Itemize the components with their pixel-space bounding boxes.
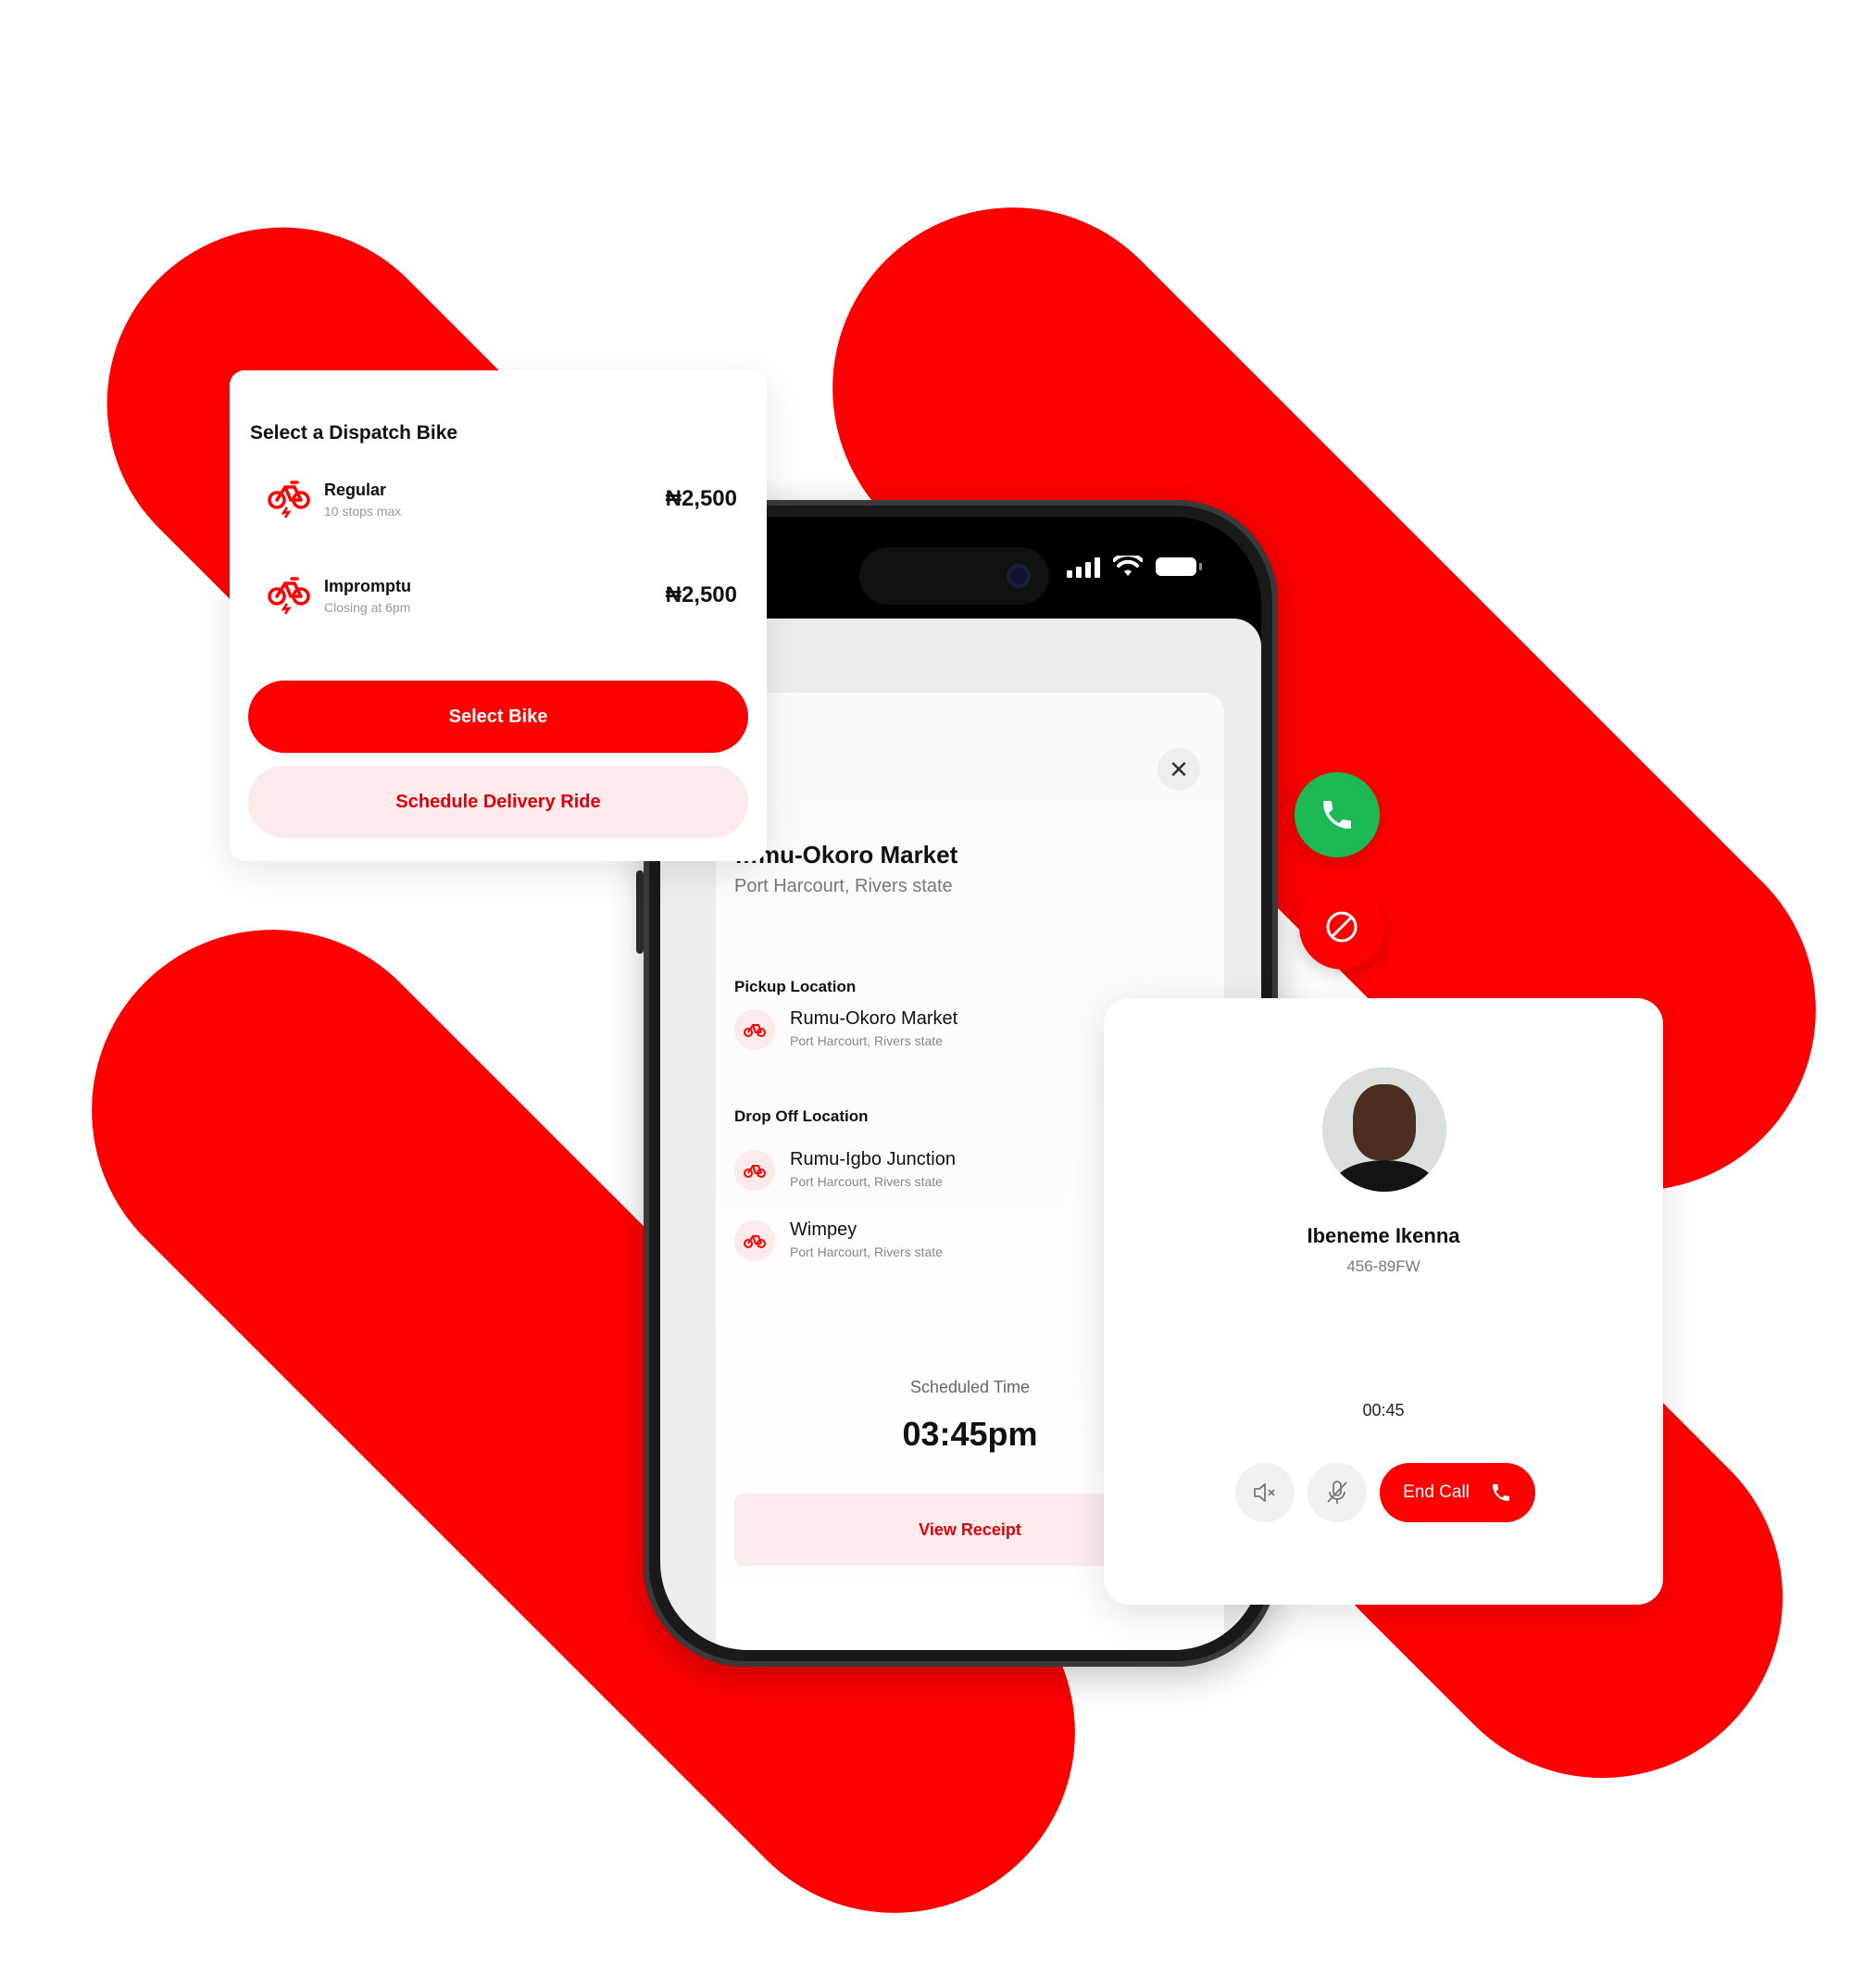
bike-option-regular[interactable]: Regular 10 stops max ₦2,500 <box>267 480 737 519</box>
end-call-button[interactable]: End Call <box>1380 1463 1535 1522</box>
mic-off-icon <box>1327 1481 1347 1504</box>
pickup-heading: Pickup Location <box>734 978 857 995</box>
bike-option-price: ₦2,500 <box>665 486 737 511</box>
pickup-location[interactable]: Rumu-Okoro Market Port Harcourt, Rivers … <box>734 1007 957 1050</box>
bike-option-name: Impromptu <box>324 576 411 595</box>
signal-icon <box>1067 556 1100 578</box>
dropoff-address: Port Harcourt, Rivers state <box>790 1244 943 1259</box>
dropoff-location[interactable]: Rumu-Igbo Junction Port Harcourt, Rivers… <box>734 1148 956 1191</box>
answer-call-button[interactable] <box>1295 772 1380 857</box>
bike-option-detail: 10 stops max <box>324 503 402 519</box>
wifi-icon <box>1113 556 1143 576</box>
destination-subtitle: Port Harcourt, Rivers state <box>734 876 953 896</box>
speaker-mute-icon <box>1254 1483 1275 1502</box>
bike-icon <box>734 1150 775 1191</box>
bike-select-title: Select a Dispatch Bike <box>250 422 458 444</box>
destination-title: …mu-Okoro Market <box>734 841 958 869</box>
bike-icon <box>734 1220 775 1261</box>
call-card: Ibeneme Ikenna 456-89FW 00:45 End Call <box>1104 998 1663 1605</box>
dropoff-address: Port Harcourt, Rivers state <box>790 1174 943 1189</box>
select-bike-button[interactable]: Select Bike <box>248 681 748 753</box>
pickup-name: Rumu-Okoro Market <box>790 1008 958 1029</box>
close-icon: ✕ <box>1169 755 1189 783</box>
schedule-delivery-button[interactable]: Schedule Delivery Ride <box>248 766 748 838</box>
speaker-mute-button[interactable] <box>1235 1463 1295 1522</box>
caller-plate: 456-89FW <box>1346 1257 1420 1275</box>
mic-mute-button[interactable] <box>1308 1463 1367 1522</box>
battery-icon <box>1156 557 1202 576</box>
phone-side-button <box>636 870 644 954</box>
phone-icon <box>1492 1484 1509 1501</box>
end-call-label: End Call <box>1403 1482 1470 1502</box>
call-timer: 00:45 <box>1362 1401 1405 1419</box>
bike-option-impromptu[interactable]: Impromptu Closing at 6pm ₦2,500 <box>267 576 737 615</box>
close-button[interactable]: ✕ <box>1158 748 1200 791</box>
caller-name: Ibeneme Ikenna <box>1307 1224 1460 1247</box>
bike-option-name: Regular <box>324 480 387 499</box>
avatar <box>1322 1068 1446 1192</box>
dropoff-location[interactable]: Wimpey Port Harcourt, Rivers state <box>734 1219 943 1261</box>
dropoff-name: Wimpey <box>790 1219 857 1240</box>
bike-icon <box>734 1009 775 1050</box>
bike-option-price: ₦2,500 <box>665 582 737 607</box>
block-icon <box>1326 911 1358 943</box>
dynamic-island <box>859 547 1049 605</box>
bike-select-card: Select a Dispatch Bike Regular 10 stops … <box>230 370 767 861</box>
bike-icon <box>268 481 310 519</box>
status-icons <box>1067 556 1202 578</box>
bike-option-detail: Closing at 6pm <box>324 599 411 615</box>
dropoff-heading: Drop Off Location <box>734 1107 869 1125</box>
phone-icon <box>1323 801 1351 829</box>
bike-icon <box>268 577 310 615</box>
pickup-address: Port Harcourt, Rivers state <box>790 1033 943 1048</box>
decline-call-button[interactable] <box>1299 884 1384 969</box>
camera-icon <box>1007 564 1031 588</box>
dropoff-name: Rumu-Igbo Junction <box>790 1149 956 1169</box>
